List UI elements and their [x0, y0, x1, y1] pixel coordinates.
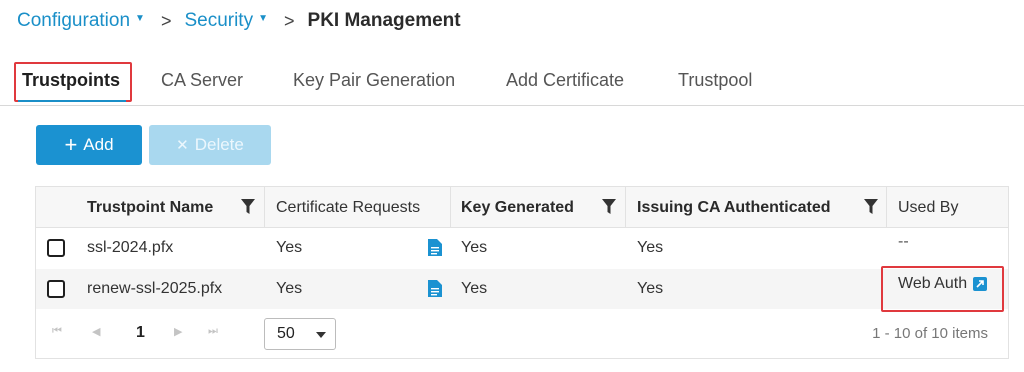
- delete-button[interactable]: ✕ Delete: [149, 125, 271, 165]
- filter-icon[interactable]: [241, 199, 255, 215]
- tab-bar: Trustpoints CA Server Key Pair Generatio…: [0, 58, 1024, 106]
- column-header-certificate-requests[interactable]: Certificate Requests: [276, 187, 420, 228]
- first-page-icon[interactable]: ⏮: [52, 325, 62, 338]
- certificate-requests: Yes: [276, 239, 303, 256]
- key-generated: Yes: [461, 239, 488, 256]
- row-checkbox[interactable]: [47, 280, 65, 298]
- last-page-icon[interactable]: ⏭: [208, 325, 218, 338]
- trustpoint-name: renew-ssl-2025.pfx: [87, 280, 223, 297]
- tab-key-pair-generation[interactable]: Key Pair Generation: [293, 70, 455, 91]
- document-icon[interactable]: [428, 239, 442, 256]
- breadcrumb: Configuration ▼ > Security ▼ > PKI Manag…: [17, 8, 461, 34]
- column-divider: [450, 187, 451, 228]
- add-button-label: Add: [83, 135, 114, 154]
- pagination: ⏮ ◀ 1 ▶ ⏭ 50 1 - 10 of 10 items: [36, 310, 1008, 358]
- breadcrumb-separator: >: [160, 10, 172, 31]
- column-divider: [886, 187, 887, 228]
- breadcrumb-configuration[interactable]: Configuration ▼: [17, 10, 145, 32]
- key-generated: Yes: [461, 280, 488, 297]
- column-divider: [264, 187, 265, 228]
- issuing-ca-authenticated: Yes: [637, 239, 664, 256]
- breadcrumb-configuration-label: Configuration: [17, 10, 131, 31]
- column-header-key-generated[interactable]: Key Generated: [461, 187, 574, 228]
- page-title: PKI Management: [307, 10, 461, 31]
- x-icon: ✕: [176, 136, 189, 154]
- next-page-icon[interactable]: ▶: [174, 325, 182, 338]
- prev-page-icon[interactable]: ◀: [92, 325, 100, 338]
- page-size-select[interactable]: 50: [264, 318, 336, 350]
- plus-icon: +: [64, 132, 78, 157]
- filter-icon[interactable]: [602, 199, 616, 215]
- table-row[interactable]: renew-ssl-2025.pfx Yes Yes Yes Web Auth: [36, 269, 1008, 309]
- document-icon[interactable]: [428, 280, 442, 297]
- pagination-info: 1 - 10 of 10 items: [872, 325, 988, 342]
- current-page[interactable]: 1: [136, 324, 145, 342]
- table-header: Trustpoint Name Certificate Requests Key…: [36, 187, 1008, 228]
- breadcrumb-security-label: Security: [184, 10, 254, 31]
- tab-active-underline: [18, 100, 126, 102]
- tab-ca-server[interactable]: CA Server: [161, 70, 243, 91]
- add-button[interactable]: + Add: [36, 125, 142, 165]
- column-header-issuing-ca-authenticated[interactable]: Issuing CA Authenticated: [637, 187, 831, 228]
- column-divider: [625, 187, 626, 228]
- tab-add-certificate[interactable]: Add Certificate: [506, 70, 624, 91]
- caret-down-icon: ▼: [258, 12, 268, 24]
- issuing-ca-authenticated: Yes: [637, 280, 664, 297]
- page-size-value: 50: [277, 325, 295, 342]
- certificate-requests: Yes: [276, 280, 303, 297]
- caret-down-icon: [316, 332, 326, 338]
- trustpoints-table: Trustpoint Name Certificate Requests Key…: [35, 186, 1009, 359]
- filter-icon[interactable]: [864, 199, 878, 215]
- row-checkbox[interactable]: [47, 239, 65, 257]
- delete-button-label: Delete: [194, 135, 244, 154]
- caret-down-icon: ▼: [135, 12, 145, 24]
- breadcrumb-separator: >: [284, 10, 295, 31]
- tab-trustpoints[interactable]: Trustpoints: [22, 70, 120, 91]
- trustpoint-name: ssl-2024.pfx: [87, 239, 174, 256]
- table-row[interactable]: ssl-2024.pfx Yes Yes Yes --: [36, 228, 1008, 268]
- used-by: --: [898, 233, 909, 250]
- web-auth-highlight-box: [881, 266, 1004, 312]
- tab-trustpool[interactable]: Trustpool: [678, 70, 752, 91]
- column-header-trustpoint-name[interactable]: Trustpoint Name: [87, 187, 213, 228]
- breadcrumb-security[interactable]: Security ▼: [184, 10, 268, 32]
